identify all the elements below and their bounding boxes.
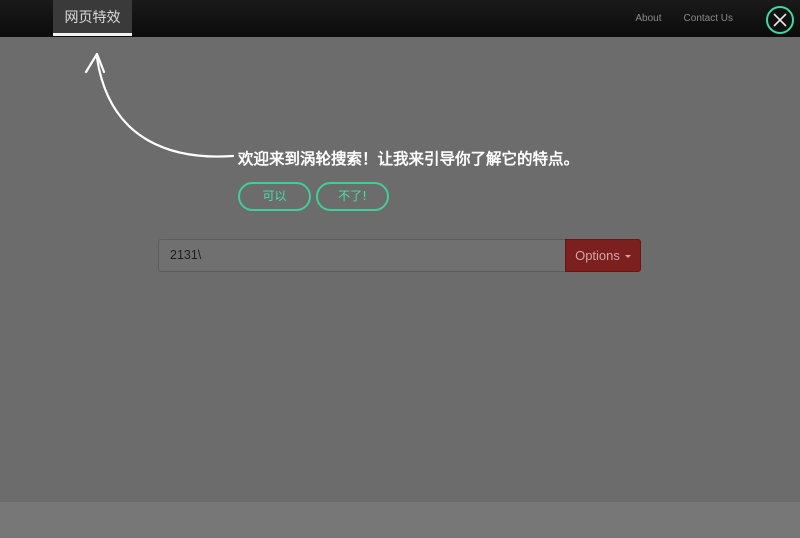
brand-link[interactable]: 网页特效 (53, 0, 132, 36)
tour-arrow-icon (84, 52, 235, 158)
options-label: Options (575, 248, 620, 263)
top-navbar: 网页特效 About Contact Us (0, 0, 800, 38)
close-tour-button[interactable] (766, 6, 794, 34)
tour-accept-button[interactable]: 可以 (238, 182, 311, 211)
caret-down-icon (624, 255, 631, 259)
nav-link-about[interactable]: About (635, 0, 661, 37)
nav-links: About Contact Us (635, 0, 733, 37)
tour-welcome-message: 欢迎来到涡轮搜索！让我来引导你了解它的特点。 (238, 150, 580, 168)
nav-link-contact[interactable]: Contact Us (684, 0, 733, 37)
search-bar: 2131\ Options (158, 239, 641, 272)
search-input[interactable]: 2131\ (158, 239, 566, 272)
close-icon (773, 13, 787, 27)
footer-band (0, 502, 800, 538)
tour-decline-button[interactable]: 不了! (316, 182, 389, 211)
options-dropdown-button[interactable]: Options (565, 239, 641, 272)
